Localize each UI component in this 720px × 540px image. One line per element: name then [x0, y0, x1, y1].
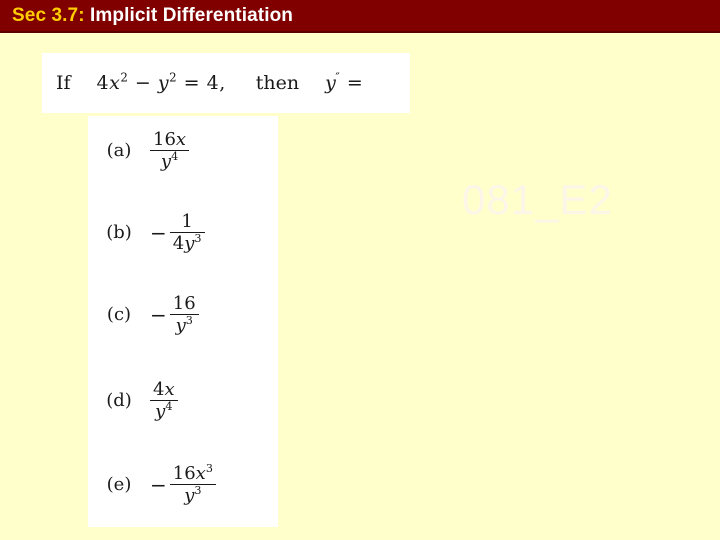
choice-c-denominator: y3: [173, 315, 196, 335]
choice-e-numerator-exponent: 3: [205, 462, 213, 475]
equation-x-exponent: 2: [120, 70, 129, 85]
page-title: Sec 3.7: Implicit Differentiation: [12, 6, 293, 25]
choice-e-denominator-exponent: 3: [194, 484, 202, 498]
choice-a-numerator-var: x: [175, 129, 187, 150]
question-if-word: If: [56, 72, 71, 94]
slide-title-bar: Sec 3.7: Implicit Differentiation: [0, 0, 720, 33]
choice-d-fraction: 4x y4: [150, 380, 178, 421]
answer-choice-c[interactable]: (c) − 16 y3: [88, 294, 278, 335]
question-equation: 4x2 − y2 = 4,: [97, 72, 226, 94]
choice-d-denominator-exponent: 4: [165, 400, 173, 414]
choice-b-expression: − 1 4y3: [150, 212, 205, 253]
choice-c-expression: − 16 y3: [150, 294, 199, 335]
answer-choice-d[interactable]: (d) 4x y4: [88, 380, 278, 421]
derivative-variable: y: [325, 72, 336, 94]
choice-e-numerator-var: x: [195, 463, 206, 484]
slide-canvas: Sec 3.7: Implicit Differentiation 081_E2…: [0, 0, 720, 540]
equation-coefficient: 4: [96, 72, 110, 94]
choice-e-denominator: y3: [181, 485, 204, 505]
answer-choices-list: (a) 16x y4 (b) − 1 4y3 (c) − 16 y3 (d) 4…: [88, 116, 278, 527]
equation-y-exponent: 2: [169, 70, 178, 85]
answer-choice-a[interactable]: (a) 16x y4: [88, 130, 278, 171]
choice-e-numerator: 16x3: [170, 462, 216, 484]
choice-a-label: (a): [106, 140, 132, 162]
choice-e-sign: −: [150, 472, 167, 497]
question-statement: If 4x2 − y2 = 4, then y″ =: [42, 53, 410, 113]
choice-b-denominator-exponent: 3: [194, 232, 202, 246]
choice-a-denominator-exponent: 4: [171, 150, 179, 164]
derivative-prime-marks: ″: [335, 70, 341, 85]
derivative-equals-sign: =: [346, 72, 364, 94]
choice-c-sign: −: [150, 302, 167, 327]
choice-c-denominator-var: y: [175, 315, 186, 337]
question-then-word: then: [255, 72, 300, 94]
choice-d-numerator-base: 4: [153, 379, 165, 400]
equation-right-hand-side: 4,: [206, 72, 226, 94]
choice-e-fraction: 16x3 y3: [169, 462, 216, 505]
answer-choice-b[interactable]: (b) − 1 4y3: [88, 212, 278, 253]
choice-a-numerator-base: 16: [153, 129, 176, 150]
question-derivative: y″ =: [325, 72, 363, 94]
choice-c-fraction: 16 y3: [169, 293, 199, 335]
choice-a-fraction: 16x y4: [150, 130, 190, 171]
choice-b-fraction: 1 4y3: [169, 211, 205, 253]
choice-b-sign: −: [150, 220, 167, 245]
choice-d-denominator: y4: [152, 401, 175, 421]
choice-d-numerator-var: x: [164, 379, 175, 400]
choice-c-label: (c): [106, 304, 132, 326]
answer-choice-e[interactable]: (e) − 16x3 y3: [88, 462, 278, 505]
choice-e-label: (e): [106, 474, 132, 496]
choice-c-denominator-exponent: 3: [185, 314, 193, 328]
choice-e-denominator-var: y: [184, 485, 195, 507]
section-label: Sec 3.7:: [12, 5, 85, 26]
choice-c-numerator: 16: [172, 293, 196, 314]
choice-d-expression: 4x y4: [150, 380, 178, 421]
choice-b-denominator-coefficient: 4: [172, 233, 185, 255]
equation-y-var: y: [157, 72, 170, 94]
choice-a-denominator-var: y: [160, 151, 172, 173]
choice-b-numerator: 1: [181, 211, 193, 232]
choice-e-numerator-base: 16: [172, 463, 196, 484]
choice-d-label: (d): [106, 390, 132, 412]
section-title: Implicit Differentiation: [90, 5, 293, 26]
watermark-text: 081_E2: [462, 176, 613, 223]
equation-equals-sign: =: [183, 72, 201, 94]
choice-a-denominator: y4: [158, 151, 181, 171]
equation-minus-sign: −: [134, 72, 152, 94]
choice-a-numerator: 16x: [150, 130, 189, 150]
choice-b-denominator-var: y: [184, 233, 195, 255]
choice-a-expression: 16x y4: [150, 130, 190, 171]
choice-b-denominator: 4y3: [170, 233, 205, 253]
choice-e-expression: − 16x3 y3: [150, 462, 216, 505]
choice-d-numerator: 4x: [150, 380, 178, 400]
choice-b-label: (b): [106, 222, 132, 244]
equation-x-var: x: [109, 72, 121, 94]
choice-d-denominator-var: y: [155, 401, 166, 423]
